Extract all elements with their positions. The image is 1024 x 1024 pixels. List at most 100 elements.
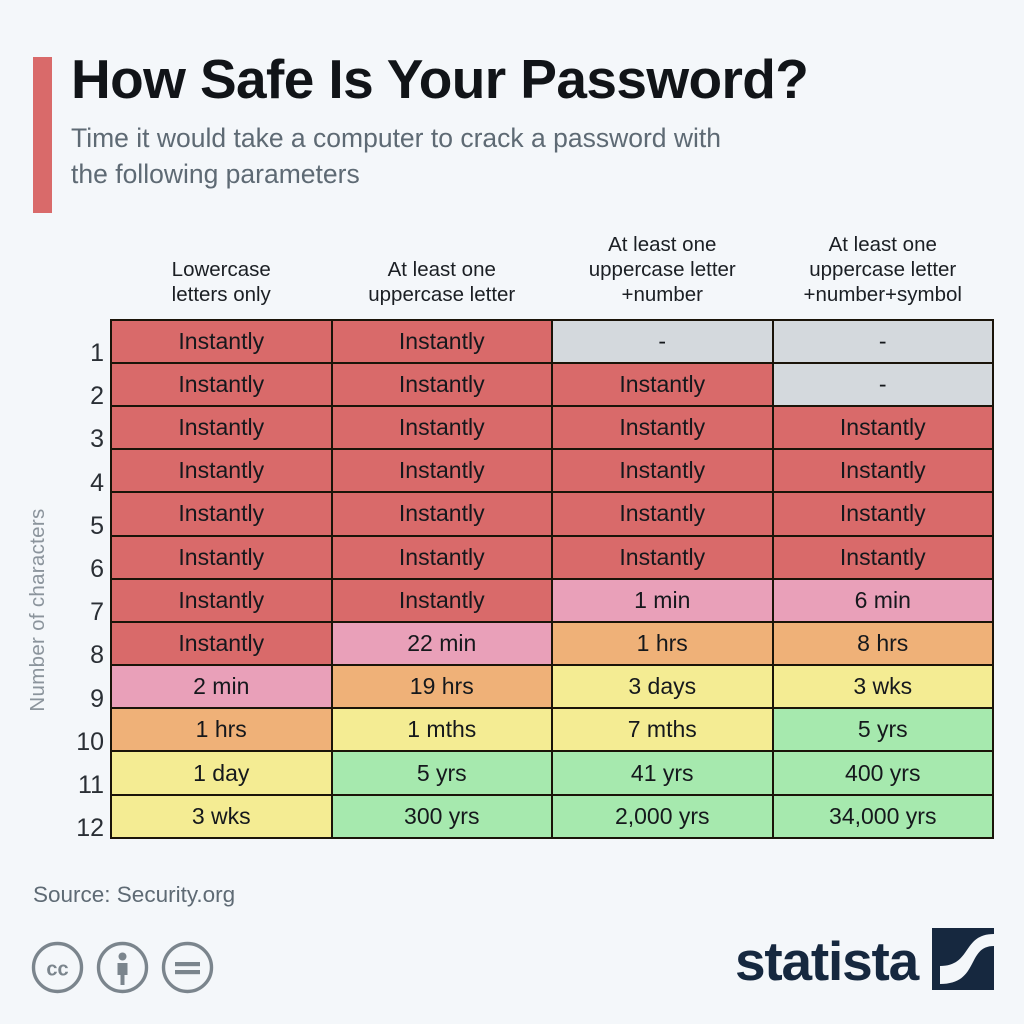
row-number-12: 12: [76, 814, 104, 843]
table-row: Instantly Instantly Instantly Instantly: [110, 448, 994, 494]
row-number-5: 5: [90, 511, 104, 540]
header: How Safe Is Your Password? Time it would…: [33, 48, 993, 213]
matrix-cell: Instantly: [771, 534, 994, 580]
matrix-cell: Instantly: [551, 491, 774, 537]
column-header-line: uppercase letter: [368, 283, 516, 307]
table-row: Instantly Instantly Instantly Instantly: [110, 404, 994, 451]
page-title: How Safe Is Your Password?: [71, 48, 809, 110]
column-header-line: At least one: [608, 233, 717, 256]
statista-wordmark: statista: [735, 930, 919, 992]
table-row: Instantly 22 min 1 hrs 8 hrs: [110, 620, 994, 667]
password-crack-time-matrix: Lowercase letters only At least one upperca…: [110, 232, 994, 839]
accent-bar: [33, 57, 52, 213]
matrix-cell: Instantly: [330, 534, 553, 580]
matrix-cell: 7 mths: [551, 707, 774, 753]
column-header-2: At least one uppercase letter: [332, 232, 553, 320]
table-row: Instantly Instantly 1 min 6 min: [110, 577, 994, 623]
row-number-3: 3: [90, 425, 104, 454]
matrix-cell: Instantly: [771, 404, 994, 451]
row-number-axis: 1 2 3 4 5 6 7 8 9 10 11 12: [56, 332, 104, 850]
column-header-line: Lowercase: [171, 258, 271, 282]
y-axis-title: Number of characters: [26, 508, 49, 712]
matrix-cell: Instantly: [110, 448, 333, 494]
matrix-cell: 3 days: [551, 664, 774, 710]
matrix-cell: 34,000 yrs: [771, 793, 994, 839]
row-number-6: 6: [90, 554, 104, 583]
matrix-cell: 1 hrs: [551, 620, 774, 667]
matrix-cell: 300 yrs: [330, 793, 553, 839]
matrix-cell: 1 day: [110, 750, 333, 796]
matrix-cell: Instantly: [330, 577, 553, 623]
matrix-body: Instantly Instantly - - Instantly Instantly In…: [110, 318, 994, 839]
matrix-cell: Instantly: [551, 448, 774, 494]
matrix-cell: 6 min: [771, 577, 994, 623]
table-row: Instantly Instantly Instantly Instantly: [110, 491, 994, 537]
matrix-cell: 400 yrs: [771, 750, 994, 796]
source-note: Source: Security.org: [33, 882, 236, 907]
column-header-line: +number+symbol: [803, 283, 962, 307]
matrix-cell: 22 min: [330, 620, 553, 667]
matrix-cell: Instantly: [551, 361, 774, 407]
matrix-cell: Instantly: [330, 318, 553, 364]
creative-commons-icon: cc: [31, 941, 84, 999]
row-number-11: 11: [78, 770, 104, 799]
row-number-7: 7: [90, 598, 104, 627]
matrix-cell: 3 wks: [771, 664, 994, 710]
matrix-cell: Instantly: [551, 404, 774, 451]
row-number-1: 1: [90, 339, 104, 367]
table-row: 1 hrs 1 mths 7 mths 5 yrs: [110, 707, 994, 753]
matrix-cell: 5 yrs: [330, 750, 553, 796]
table-row: Instantly Instantly - -: [110, 318, 994, 364]
column-header-4: At least one uppercase letter +number+symb…: [773, 232, 994, 320]
matrix-cell: 1 mths: [330, 707, 553, 753]
svg-text:cc: cc: [46, 959, 68, 981]
matrix-cell: Instantly: [771, 491, 994, 537]
matrix-cell: Instantly: [771, 448, 994, 494]
matrix-cell: Instantly: [110, 318, 333, 364]
table-row: 1 day 5 yrs 41 yrs 400 yrs: [110, 750, 994, 796]
column-header-1: Lowercase letters only: [111, 232, 332, 320]
matrix-cell: Instantly: [330, 404, 553, 451]
matrix-cell: 1 hrs: [110, 707, 333, 753]
column-header-line: letters only: [171, 283, 271, 307]
page-subtitle: Time it would take a computer to crack a…: [71, 123, 722, 189]
matrix-header: Lowercase letters only At least one upperca…: [111, 232, 993, 320]
statista-mark-icon: [932, 928, 994, 995]
matrix-cell: 5 yrs: [771, 707, 994, 753]
column-header-line: uppercase letter: [588, 258, 736, 282]
matrix-cell: Instantly: [110, 404, 333, 451]
attribution-icon: [96, 941, 149, 999]
matrix-cell: 2 min: [110, 664, 333, 710]
matrix-cell: Instantly: [110, 577, 333, 623]
matrix-cell: Instantly: [110, 534, 333, 580]
row-number-2: 2: [90, 382, 104, 411]
matrix-cell: Instantly: [330, 448, 553, 494]
matrix-cell: -: [771, 361, 994, 407]
matrix-cell: 2,000 yrs: [551, 793, 774, 839]
matrix-cell: 3 wks: [110, 793, 333, 839]
matrix-cell: -: [771, 318, 994, 364]
matrix-cell: Instantly: [330, 491, 553, 537]
creative-commons-license: cc: [31, 941, 214, 999]
row-number-9: 9: [90, 684, 104, 713]
matrix-cell: Instantly: [110, 620, 333, 667]
matrix-cell: 41 yrs: [551, 750, 774, 796]
matrix-cell: Instantly: [330, 361, 553, 407]
infographic-root: How Safe Is Your Password? Time it would…: [0, 0, 1024, 1024]
row-number-10: 10: [76, 727, 104, 756]
column-header-row: Lowercase letters only At least one upperca…: [111, 232, 993, 320]
column-header-line: At least one: [387, 258, 496, 282]
table-row: Instantly Instantly Instantly -: [110, 361, 994, 407]
column-header-3: At least one uppercase letter +number: [552, 232, 773, 320]
no-derivatives-icon: [161, 941, 214, 999]
table-row: 3 wks 300 yrs 2,000 yrs 34,000 yrs: [110, 793, 994, 839]
matrix-cell: Instantly: [110, 361, 333, 407]
column-header-line: +number: [621, 283, 703, 307]
table-row: 2 min 19 hrs 3 days 3 wks: [110, 664, 994, 710]
column-header-line: At least one: [828, 233, 937, 256]
row-number-8: 8: [90, 641, 104, 670]
matrix-cell: 8 hrs: [771, 620, 994, 667]
matrix-cell: 19 hrs: [330, 664, 553, 710]
table-row: Instantly Instantly Instantly Instantly: [110, 534, 994, 580]
matrix-table: Lowercase letters only At least one upperca…: [110, 232, 994, 839]
